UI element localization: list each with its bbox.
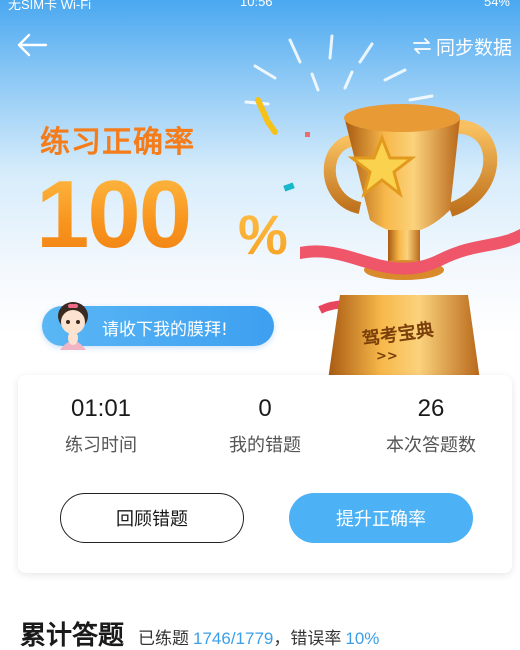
stat-label: 本次答题数 bbox=[386, 435, 476, 456]
stat-label: 练习时间 bbox=[65, 435, 137, 456]
bowing-girl-avatar bbox=[58, 302, 88, 350]
back-button[interactable] bbox=[14, 30, 50, 60]
stat-practice-time: 01:01 练习时间 bbox=[26, 395, 176, 457]
accuracy-title: 练习正确率 bbox=[40, 125, 195, 160]
stat-value: 0 bbox=[258, 395, 272, 422]
accuracy-value: 100 bbox=[36, 161, 192, 268]
result-card: 01:01 练习时间 0 我的错题 26 本次答题数 回顾错题 提升正确率 bbox=[18, 375, 512, 573]
practiced-value: 1746/1779 bbox=[193, 629, 274, 648]
stat-value: 26 bbox=[417, 395, 445, 422]
error-rate-value: 10% bbox=[345, 629, 380, 648]
summary-heading: 累计答题 bbox=[20, 621, 125, 650]
improve-accuracy-button[interactable]: 提升正确率 bbox=[289, 493, 473, 543]
battery-text: 54% bbox=[483, 0, 510, 9]
error-rate-label: 错误率 bbox=[290, 629, 342, 649]
status-bar: 无SIM卡 Wi-Fi 10:56 54% bbox=[0, 0, 520, 12]
review-mistakes-button[interactable]: 回顾错题 bbox=[60, 493, 244, 543]
praise-text: 请收下我的膜拜! bbox=[102, 320, 228, 340]
stat-wrong-questions: 0 我的错题 bbox=[190, 395, 340, 457]
sync-arrows-icon bbox=[413, 38, 431, 54]
clock-text: 10:56 bbox=[240, 0, 273, 9]
trophy-base-arrows: >> bbox=[376, 349, 398, 364]
cumulative-summary: 累计答题 已练题 1746/1779 ， 错误率 10% bbox=[20, 615, 379, 650]
sync-data-button[interactable]: 同步数据 bbox=[412, 33, 512, 59]
summary-separator: ， bbox=[273, 629, 291, 649]
stat-answered-count: 26 本次答题数 bbox=[356, 395, 506, 457]
practiced-label: 已练题 bbox=[138, 629, 190, 649]
stat-label: 我的错题 bbox=[229, 435, 301, 456]
accuracy-percent-sign: % bbox=[238, 203, 288, 266]
trophy-icon: 驾考宝典 >> bbox=[300, 104, 520, 380]
stat-value: 01:01 bbox=[70, 395, 132, 422]
arrow-left-icon bbox=[17, 33, 48, 57]
result-hero: 无SIM卡 Wi-Fi 10:56 54% 同步数据 练习正确率 100 % 驾… bbox=[0, 0, 520, 430]
sync-data-label: 同步数据 bbox=[435, 36, 512, 59]
carrier-text: 无SIM卡 Wi-Fi bbox=[8, 0, 92, 12]
